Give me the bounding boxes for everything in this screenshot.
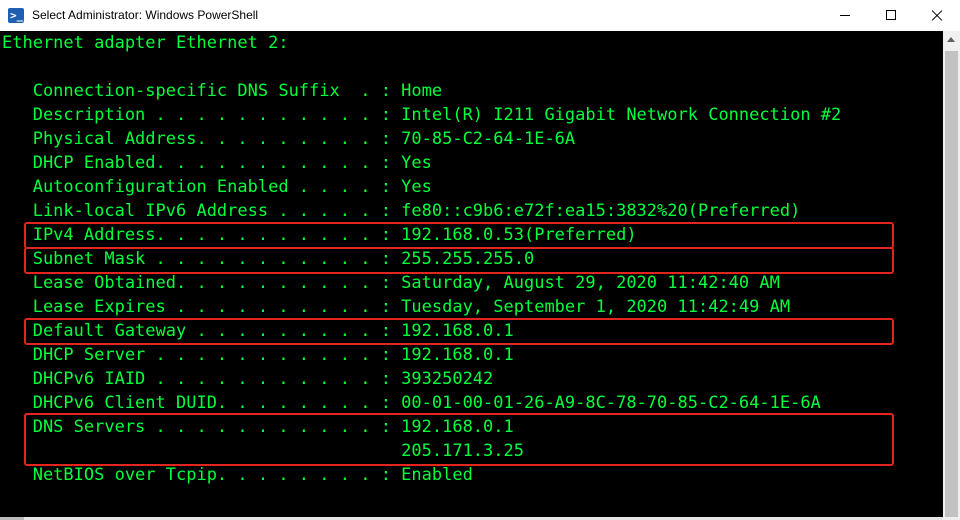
console-line-ipv6-address: Link-local IPv6 Address . . . . . : fe80…: [2, 201, 801, 221]
console-line-autoconfiguration: Autoconfiguration Enabled . . . . : Yes: [2, 177, 432, 197]
vertical-scrollbar[interactable]: [943, 31, 960, 520]
console-line-netbios: NetBIOS over Tcpip. . . . . . . . : Enab…: [2, 465, 473, 485]
highlight-default-gateway: [24, 318, 894, 345]
powershell-window: >_ Select Administrator: Windows PowerSh…: [0, 0, 960, 520]
console-line-description: Description . . . . . . . . . . . : Inte…: [2, 105, 842, 125]
console-line-dhcpv6-duid: DHCPv6 Client DUID. . . . . . . . : 00-0…: [2, 393, 821, 413]
close-icon: [931, 10, 942, 21]
scrollbar-thumb[interactable]: [945, 51, 958, 517]
minimize-icon: [840, 15, 850, 16]
highlight-subnet-mask: [24, 247, 894, 274]
console-line-dhcpv6-iaid: DHCPv6 IAID . . . . . . . . . . . : 3932…: [2, 369, 494, 389]
scroll-up-icon[interactable]: [943, 31, 960, 48]
console-line-dhcp-enabled: DHCP Enabled. . . . . . . . . . . : Yes: [2, 153, 432, 173]
powershell-icon[interactable]: >_: [8, 8, 24, 23]
console-line-adapter-header: Ethernet adapter Ethernet 2:: [2, 33, 289, 53]
highlight-ipv4-address: [24, 222, 894, 249]
console-line-lease-obtained: Lease Obtained. . . . . . . . . . : Satu…: [2, 273, 780, 293]
console-line-dhcp-server: DHCP Server . . . . . . . . . . . : 192.…: [2, 345, 514, 365]
close-button[interactable]: [914, 0, 960, 31]
console-line-lease-expires: Lease Expires . . . . . . . . . . : Tues…: [2, 297, 791, 317]
window-title: Select Administrator: Windows PowerShell: [32, 8, 259, 22]
maximize-icon: [886, 10, 896, 20]
title-bar[interactable]: >_ Select Administrator: Windows PowerSh…: [0, 0, 960, 31]
console-line-dns-suffix: Connection-specific DNS Suffix . : Home: [2, 81, 443, 101]
console-line-physical-address: Physical Address. . . . . . . . . : 70-8…: [2, 129, 576, 149]
maximize-button[interactable]: [868, 0, 914, 31]
highlight-dns-servers: [24, 413, 894, 466]
minimize-button[interactable]: [822, 0, 868, 31]
